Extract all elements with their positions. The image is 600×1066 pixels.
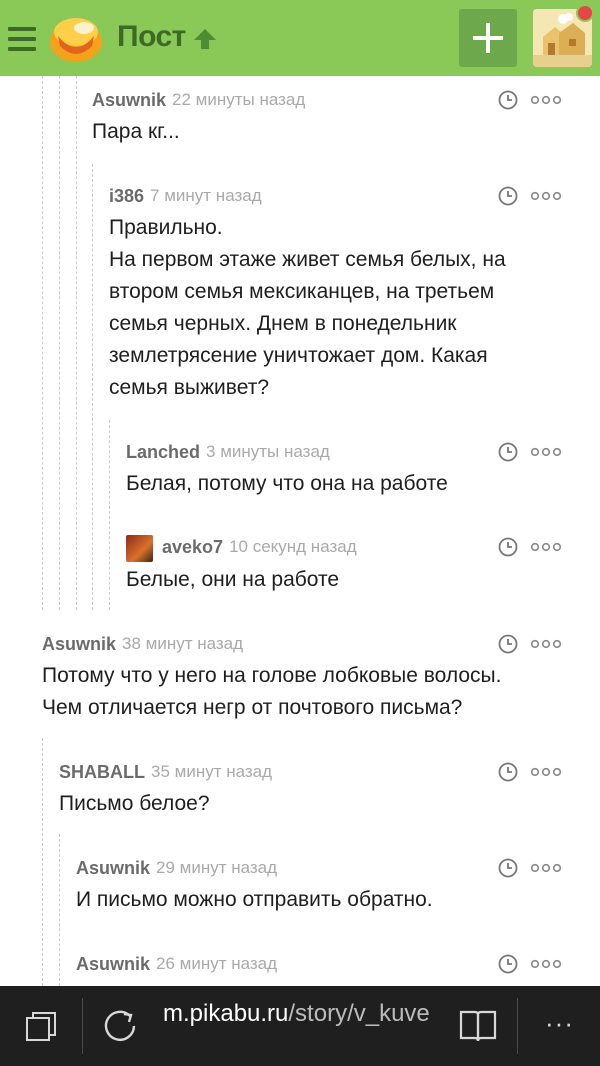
more-options-icon[interactable] xyxy=(530,447,562,457)
comment: Asuwnik 38 минут назад Потому что у него… xyxy=(42,632,600,732)
plus-icon xyxy=(473,23,503,53)
clock-icon[interactable] xyxy=(498,186,518,206)
comment-text: Белые, они на работе xyxy=(126,568,340,591)
clock-icon[interactable] xyxy=(498,442,518,462)
thread-line xyxy=(76,76,77,610)
comment: Asuwnik 26 минут назад xyxy=(76,952,600,982)
more-options-icon[interactable] xyxy=(530,95,562,105)
comment-text: Письмо белое? xyxy=(59,792,210,815)
comment: Asuwnik 29 минут назад И письмо можно от… xyxy=(76,856,600,926)
comment-author[interactable]: Lanched xyxy=(126,442,200,463)
comment: aveko7 10 секунд назад Белые, они на раб… xyxy=(126,535,600,605)
comment: i386 7 минут назад Правильно. На первом … xyxy=(109,184,600,414)
comment-text: Белая, потому что она на работе xyxy=(126,472,448,495)
more-options-icon[interactable] xyxy=(530,191,562,201)
browser-toolbar: m.pikabu.ru/story/v_kuve ··· xyxy=(0,986,600,1066)
comment: SHABALL 35 минут назад Письмо белое? xyxy=(59,760,600,830)
thread-line xyxy=(92,164,93,610)
toolbar-divider xyxy=(517,998,518,1054)
tabs-icon[interactable] xyxy=(24,1010,58,1044)
reading-view-icon[interactable] xyxy=(458,1008,498,1044)
comment-time[interactable]: 29 минут назад xyxy=(156,858,277,878)
comment-time[interactable]: 10 секунд назад xyxy=(229,537,357,557)
url-host: m.pikabu.ru xyxy=(163,1000,289,1027)
clock-icon[interactable] xyxy=(498,537,518,557)
address-bar[interactable]: m.pikabu.ru/story/v_kuve xyxy=(163,1000,430,1028)
comment-text: Правильно. На первом этаже живет семья б… xyxy=(109,216,506,399)
notification-dot xyxy=(576,4,594,22)
thread-line xyxy=(42,76,43,610)
comment-text: Потому что у него на голове лобковые вол… xyxy=(42,664,502,719)
clock-icon[interactable] xyxy=(498,762,518,782)
thread-line xyxy=(59,834,60,986)
toolbar-divider xyxy=(82,998,83,1054)
clock-icon[interactable] xyxy=(498,90,518,110)
add-post-button[interactable] xyxy=(459,9,517,67)
thread-line xyxy=(59,76,60,610)
top-bar: Пост xyxy=(0,0,600,76)
comment-time[interactable]: 7 минут назад xyxy=(150,186,262,206)
comment-text: И письмо можно отправить обратно. xyxy=(76,888,433,911)
comment-time[interactable]: 38 минут назад xyxy=(122,634,243,654)
clock-icon[interactable] xyxy=(498,858,518,878)
comment: Lanched 3 минуты назад Белая, потому что… xyxy=(126,440,600,510)
thread-line xyxy=(42,738,43,986)
comment-time[interactable]: 26 минут назад xyxy=(156,954,277,974)
comment-author[interactable]: Asuwnik xyxy=(76,858,150,879)
comment: Asuwnik 22 минуты назад Пара кг... xyxy=(92,88,600,158)
comment-text: Пара кг... xyxy=(92,120,180,143)
refresh-icon[interactable] xyxy=(103,1008,139,1044)
more-options-icon[interactable] xyxy=(530,767,562,777)
comment-time[interactable]: 22 минуты назад xyxy=(172,90,305,110)
comment-time[interactable]: 35 минут назад xyxy=(151,762,272,782)
more-options-icon[interactable] xyxy=(530,542,562,552)
up-arrow-icon[interactable] xyxy=(192,26,218,52)
comment-time[interactable]: 3 минуты назад xyxy=(206,442,330,462)
comment-author[interactable]: Asuwnik xyxy=(76,954,150,975)
page-title: Пост xyxy=(117,20,186,53)
more-icon[interactable]: ··· xyxy=(545,1008,574,1039)
thread-line xyxy=(109,420,110,610)
url-path: /story/v_kuve xyxy=(288,1000,430,1027)
comment-author[interactable]: i386 xyxy=(109,186,144,207)
clock-icon[interactable] xyxy=(498,954,518,974)
more-options-icon[interactable] xyxy=(530,863,562,873)
clock-icon[interactable] xyxy=(498,634,518,654)
more-options-icon[interactable] xyxy=(530,639,562,649)
avatar[interactable] xyxy=(126,535,153,562)
menu-icon[interactable] xyxy=(8,27,36,51)
comment-author[interactable]: Asuwnik xyxy=(42,634,116,655)
more-options-icon[interactable] xyxy=(530,959,562,969)
comment-author[interactable]: SHABALL xyxy=(59,762,145,783)
comment-author[interactable]: Asuwnik xyxy=(92,90,166,111)
comment-author[interactable]: aveko7 xyxy=(162,537,223,558)
pikabu-logo[interactable] xyxy=(48,12,104,64)
